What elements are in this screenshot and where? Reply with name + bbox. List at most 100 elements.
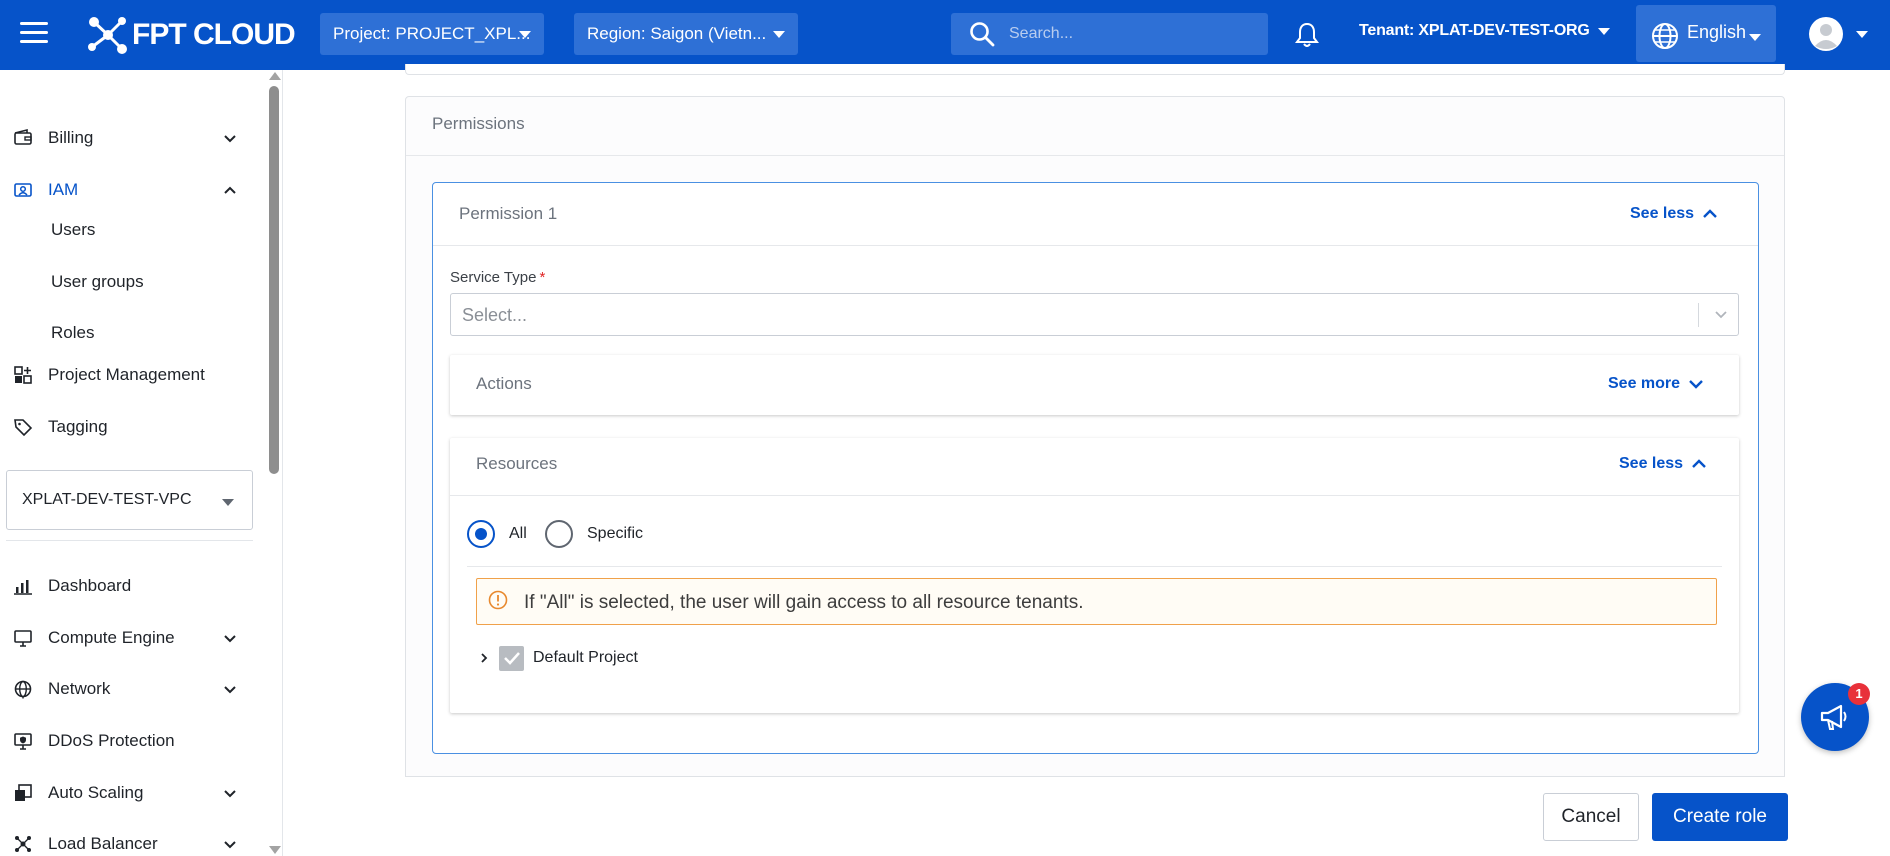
bar-chart-icon (14, 580, 32, 595)
chevron-down-icon (224, 790, 236, 798)
sidebar-item-label: Tagging (48, 417, 108, 436)
shield-monitor-icon (14, 733, 32, 750)
caret-down-icon (1856, 30, 1868, 38)
actions-accordion: Actions See more (450, 355, 1739, 415)
previous-card-edge (405, 64, 1785, 75)
sidebar-scrollbar[interactable] (265, 70, 283, 856)
default-project-label: Default Project (533, 649, 638, 666)
sidebar-divider (6, 540, 253, 541)
scroll-down-arrow-icon[interactable] (269, 846, 281, 854)
monitor-icon (14, 630, 32, 647)
radio-selected-indicator (467, 520, 495, 548)
sidebar-item-auto-scaling[interactable]: Auto Scaling (0, 771, 262, 815)
resources-title: Resources (476, 454, 558, 473)
sidebar-item-label: DDoS Protection (48, 731, 175, 750)
warning-alert: If "All" is selected, the user will gain… (476, 578, 1717, 625)
chevron-down-icon (224, 841, 236, 849)
tenant-label: Tenant: XPLAT-DEV-TEST-ORG (1359, 22, 1590, 39)
globe-icon (1652, 23, 1678, 49)
permissions-title: Permissions (432, 114, 525, 133)
resource-scope-radio-group: All Specific (467, 520, 1722, 550)
sidebar-item-tagging[interactable]: Tagging (0, 405, 262, 449)
warning-message: If "All" is selected, the user will gain… (524, 592, 1084, 613)
tenant-selector[interactable]: Tenant: XPLAT-DEV-TEST-ORG (1359, 22, 1610, 40)
service-type-placeholder: Select... (462, 305, 528, 325)
sidebar-item-dashboard[interactable]: Dashboard (0, 564, 262, 608)
form-footer: Cancel Create role (405, 776, 1788, 856)
region-selector[interactable]: Region: Saigon (Vietn... (574, 13, 798, 55)
resources-see-less-toggle[interactable]: See less (1619, 455, 1707, 473)
cancel-button[interactable]: Cancel (1543, 793, 1639, 841)
notification-count-badge: 1 (1848, 683, 1870, 705)
caret-down-icon (519, 31, 531, 38)
radio-unselected-indicator (545, 520, 573, 548)
sidebar-item-load-balancer[interactable]: Load Balancer (0, 822, 262, 856)
project-selector-label: Project: PROJECT_XPL... (333, 24, 531, 43)
sidebar-item-label: Load Balancer (48, 834, 158, 853)
scrollbar-thumb[interactable] (269, 86, 279, 474)
scroll-up-arrow-icon[interactable] (269, 72, 281, 80)
create-role-button[interactable]: Create role (1652, 793, 1788, 841)
logo-molecule-icon (88, 17, 127, 54)
caret-down-icon (1749, 34, 1761, 41)
chevron-down-icon (1715, 311, 1727, 319)
default-project-checkbox[interactable] (499, 645, 524, 671)
actions-title: Actions (476, 374, 532, 393)
hamburger-menu-icon[interactable] (20, 22, 48, 46)
sidebar-item-billing[interactable]: Billing (0, 116, 262, 160)
caret-down-icon (222, 499, 234, 506)
permission-panel-header: Permission 1 See less (433, 183, 1758, 246)
notification-bell-icon[interactable] (1294, 21, 1320, 49)
permission-panel: Permission 1 See less Service Type * Sele… (432, 182, 1759, 754)
sidebar-subitem-roles[interactable]: Roles (51, 323, 94, 343)
sidebar-item-label: Billing (48, 128, 94, 147)
resources-accordion: Resources See less All Specific If "All"… (450, 438, 1739, 713)
chevron-right-icon (481, 653, 488, 663)
sidebar-item-iam[interactable]: IAM (0, 168, 262, 212)
sidebar-subitem-users[interactable]: Users (51, 220, 95, 240)
sidebar-item-project-management[interactable]: Project Management (0, 353, 262, 397)
required-marker: * (539, 269, 546, 286)
permission-panel-title: Permission 1 (459, 204, 558, 223)
chevron-up-icon (1692, 459, 1706, 468)
sidebar-item-label: Project Management (48, 365, 205, 384)
language-selector[interactable]: English (1636, 5, 1776, 62)
divider (450, 495, 1739, 496)
see-less-label: See less (1630, 205, 1695, 222)
logo-text: FPT CLOUD (132, 18, 296, 51)
tree-expand-toggle[interactable] (475, 649, 493, 667)
chevron-up-icon (1703, 209, 1717, 218)
chevron-up-icon (224, 186, 236, 194)
region-selector-label: Region: Saigon (Vietn... (587, 24, 767, 43)
select-separator (1698, 303, 1699, 327)
search-input[interactable]: Search... (951, 13, 1268, 55)
sidebar-item-label: Network (48, 679, 111, 698)
actions-see-more-toggle[interactable]: See more (1608, 375, 1704, 393)
main-content: Permissions Permission 1 See less Servic… (284, 64, 1890, 856)
fpt-cloud-logo[interactable]: FPT CLOUD (86, 12, 296, 58)
globe-icon (14, 680, 32, 699)
see-more-label: See more (1608, 375, 1681, 392)
sidebar-item-compute-engine[interactable]: Compute Engine (0, 616, 262, 660)
service-type-select[interactable]: Select... (450, 293, 1739, 336)
search-placeholder: Search... (1009, 25, 1074, 42)
radio-all[interactable]: All (467, 520, 527, 548)
sidebar-item-ddos-protection[interactable]: DDoS Protection (0, 719, 262, 763)
vpc-selector-label: XPLAT-DEV-TEST-VPC (22, 491, 192, 508)
service-type-label-text: Service Type (450, 269, 537, 286)
chevron-down-icon (1689, 380, 1703, 389)
sidebar-subitem-user-groups[interactable]: User groups (51, 272, 144, 292)
wallet-icon (14, 128, 32, 145)
permission-see-less-toggle[interactable]: See less (1630, 205, 1718, 223)
search-icon (970, 22, 995, 47)
service-type-label: Service Type * (450, 269, 545, 286)
project-selector[interactable]: Project: PROJECT_XPL... (320, 13, 544, 55)
sidebar-item-label: IAM (48, 180, 79, 199)
sidebar-item-network[interactable]: Network (0, 667, 262, 711)
radio-specific[interactable]: Specific (545, 520, 643, 548)
sidebar: Billing IAM Users User groups Roles Proj… (0, 70, 283, 856)
chevron-down-icon (224, 635, 236, 643)
user-menu[interactable] (1808, 14, 1868, 54)
vpc-selector[interactable]: XPLAT-DEV-TEST-VPC (6, 470, 253, 530)
scaling-icon (15, 784, 32, 801)
